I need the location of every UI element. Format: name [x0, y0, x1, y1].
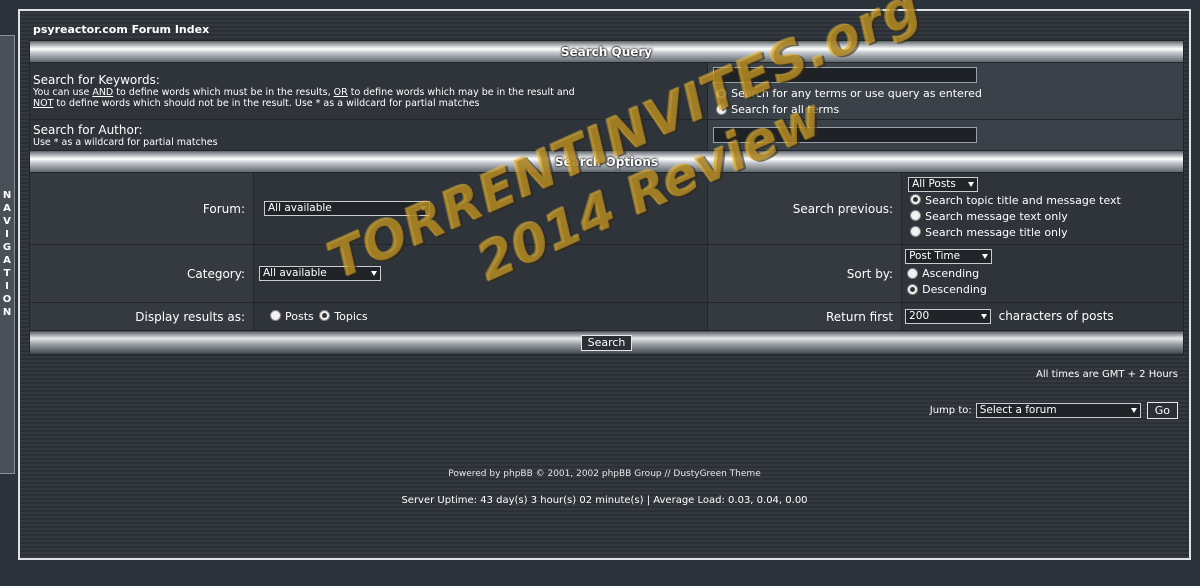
- sort-by-label: Sort by:: [846, 266, 894, 281]
- author-label-cell: Search for Author: Use * as a wildcard f…: [28, 119, 709, 151]
- chevron-down-icon: [371, 271, 377, 276]
- go-button[interactable]: Go: [1146, 402, 1178, 419]
- keywords-help: You can use AND to define words which mu…: [33, 87, 707, 109]
- jump-to-select[interactable]: Select a forum: [975, 403, 1141, 418]
- chevron-down-icon: [968, 181, 975, 187]
- scope-title-option[interactable]: Search message title only: [910, 225, 1183, 241]
- author-input-cell: [707, 119, 1184, 151]
- forum-label-cell: Forum:: [29, 172, 254, 245]
- return-first-cell: 200 characters of posts: [901, 302, 1184, 331]
- sort-cell: Post Time Ascending Descending: [901, 244, 1184, 303]
- descending-option[interactable]: Descending: [907, 282, 1183, 298]
- search-button-bar: Search: [29, 330, 1184, 355]
- display-label-cell: Display results as:: [29, 302, 254, 331]
- powered-by-footer: Powered by phpBB © 2001, 2002 phpBB Grou…: [448, 469, 761, 479]
- author-input[interactable]: [713, 127, 978, 143]
- scope-title-radio[interactable]: [910, 226, 922, 237]
- keywords-help-and: AND: [92, 87, 114, 98]
- return-first-value: 200: [909, 310, 930, 323]
- display-posts-option[interactable]: Posts: [270, 310, 314, 323]
- scope-title-label: Search message title only: [925, 225, 1068, 239]
- forum-label: Forum:: [202, 201, 245, 216]
- return-first-label-cell: Return first: [707, 302, 903, 331]
- terms-any-label: Search for any terms or use query as ent…: [731, 87, 982, 100]
- forum-index-link[interactable]: psyreactor.com Forum Index: [33, 23, 209, 36]
- jump-to-label: Jump to:: [929, 405, 972, 416]
- keywords-input[interactable]: [713, 67, 978, 83]
- search-previous-select[interactable]: All Posts: [908, 176, 979, 192]
- scope-msg-radio[interactable]: [910, 210, 922, 221]
- display-results-label: Display results as:: [135, 309, 245, 324]
- terms-all-radio[interactable]: [716, 103, 728, 115]
- display-posts-radio[interactable]: [270, 310, 281, 321]
- chevron-down-icon: [1130, 408, 1137, 413]
- descending-radio[interactable]: [907, 283, 919, 295]
- search-previous-value: All Posts: [912, 177, 956, 190]
- ascending-option[interactable]: Ascending: [907, 266, 1183, 282]
- author-help: Use * as a wildcard for partial matches: [33, 136, 218, 148]
- display-topics-option[interactable]: Topics: [319, 309, 368, 323]
- scope-title-msg-option[interactable]: Search topic title and message text: [910, 193, 1183, 209]
- previous-cell: All Posts Search topic title and message…: [901, 172, 1184, 245]
- chevron-down-icon: [420, 206, 426, 211]
- sort-label-cell: Sort by:: [707, 244, 903, 303]
- timezone-note: All times are GMT + 2 Hours: [1036, 369, 1178, 380]
- jump-to-value: Select a forum: [979, 404, 1057, 416]
- forum-select-value: All available: [268, 202, 332, 214]
- terms-any-radio[interactable]: [716, 87, 728, 99]
- category-select[interactable]: All available: [259, 266, 381, 281]
- sort-by-select[interactable]: Post Time: [905, 249, 993, 264]
- display-topics-label: Topics: [334, 309, 368, 323]
- sort-by-value: Post Time: [909, 250, 961, 262]
- server-uptime: Server Uptime: 43 day(s) 3 hour(s) 02 mi…: [401, 495, 808, 506]
- forum-select-cell: All available: [252, 172, 709, 245]
- keywords-help-text-2: to define words which must be in the res…: [113, 87, 334, 98]
- keywords-help-text-1: You can use: [33, 87, 93, 98]
- descending-label: Descending: [922, 283, 987, 296]
- chevron-down-icon: [982, 254, 989, 259]
- keywords-input-cell: Search for any terms or use query as ent…: [707, 62, 1184, 120]
- keywords-label-cell: Search for Keywords: You can use AND to …: [28, 62, 709, 120]
- ascending-radio[interactable]: [907, 267, 919, 279]
- search-query-heading: Search Query: [29, 40, 1184, 63]
- terms-all-option[interactable]: Search for all terms: [716, 102, 1183, 118]
- keywords-label: Search for Keywords:: [33, 73, 160, 87]
- category-label: Category:: [187, 266, 245, 281]
- ascending-label: Ascending: [922, 267, 980, 280]
- keywords-help-or: OR: [333, 87, 348, 98]
- keywords-help-text-4: to define words which should not be in t…: [53, 98, 480, 109]
- characters-label: characters of posts: [998, 308, 1114, 323]
- jump-to-box: Jump to: Select a forum Go: [930, 402, 1178, 419]
- author-label: Search for Author:: [33, 122, 143, 137]
- category-label-cell: Category:: [29, 244, 254, 303]
- display-topics-radio[interactable]: [319, 310, 331, 321]
- search-previous-label: Search previous:: [792, 201, 894, 216]
- chevron-down-icon: [981, 314, 988, 320]
- keywords-help-not: NOT: [33, 98, 54, 109]
- forum-select[interactable]: All available: [264, 201, 430, 216]
- search-button[interactable]: Search: [580, 334, 633, 351]
- scope-title-msg-label: Search topic title and message text: [925, 193, 1121, 207]
- search-form-table: Search Query Search for Keywords: You ca…: [28, 40, 1184, 355]
- return-first-select[interactable]: 200: [905, 309, 992, 325]
- forum-frame: psyreactor.com Forum Index Search Query …: [18, 9, 1191, 560]
- scope-title-msg-radio[interactable]: [910, 194, 922, 205]
- navigation-tab-label: NAVIGATION: [1, 189, 13, 320]
- scope-msg-option[interactable]: Search message text only: [910, 209, 1183, 225]
- navigation-tab[interactable]: NAVIGATION: [0, 35, 15, 474]
- display-options-cell: Posts Topics: [252, 302, 709, 331]
- category-select-value: All available: [263, 267, 327, 279]
- terms-any-option[interactable]: Search for any terms or use query as ent…: [716, 86, 1183, 102]
- previous-label-cell: Search previous:: [707, 172, 903, 245]
- display-posts-label: Posts: [285, 309, 314, 323]
- scope-msg-label: Search message text only: [925, 209, 1068, 223]
- search-options-heading: Search Options: [29, 150, 1184, 173]
- keywords-help-text-3: to define words which may be in the resu…: [347, 87, 575, 98]
- return-first-label: Return first: [826, 309, 894, 324]
- terms-all-label: Search for all terms: [731, 103, 840, 116]
- category-select-cell: All available: [252, 244, 709, 303]
